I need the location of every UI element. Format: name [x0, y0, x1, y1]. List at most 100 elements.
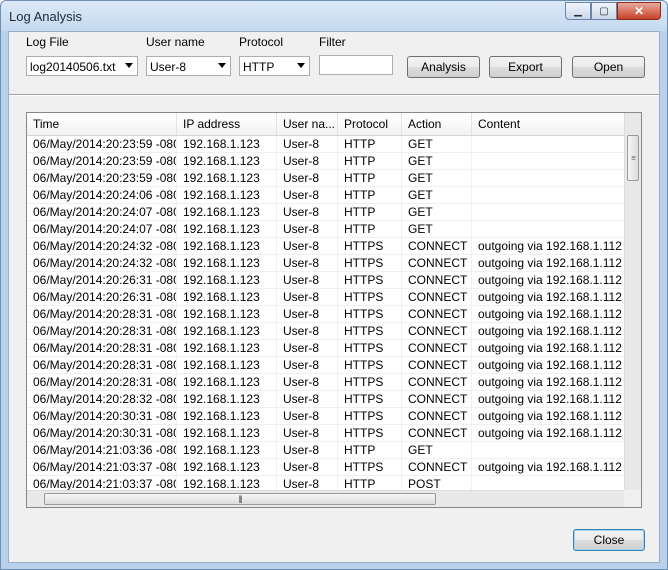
cell-protocol: HTTP — [338, 170, 402, 187]
cell-content: outgoing via 192.168.1.112 — [472, 272, 625, 289]
table-row[interactable]: 06/May/2014:20:28:31 -0800 192.168.1.123 U… — [27, 340, 625, 357]
cell-action: CONNECT — [402, 323, 472, 340]
table-row[interactable]: 06/May/2014:21:03:36 -0800 192.168.1.123 U… — [27, 442, 625, 459]
cell-action: CONNECT — [402, 272, 472, 289]
cell-protocol: HTTPS — [338, 289, 402, 306]
column-header-user-name[interactable]: User na... — [277, 113, 338, 135]
cell-ip-address: 192.168.1.123 — [177, 357, 277, 374]
filter-input[interactable] — [319, 55, 393, 75]
table-row[interactable]: 06/May/2014:20:26:31 -0800 192.168.1.123 U… — [27, 289, 625, 306]
cell-user-name: User-8 — [277, 136, 338, 153]
cell-ip-address: 192.168.1.123 — [177, 272, 277, 289]
cell-time: 06/May/2014:21:03:37 -0800 — [27, 459, 177, 476]
column-header-time[interactable]: Time — [27, 113, 177, 135]
table-row[interactable]: 06/May/2014:20:24:07 -0800 192.168.1.123 U… — [27, 221, 625, 238]
table-row[interactable]: 06/May/2014:20:23:59 -0800 192.168.1.123 U… — [27, 153, 625, 170]
table-row[interactable]: 06/May/2014:20:24:06 -0800 192.168.1.123 U… — [27, 187, 625, 204]
cell-action: CONNECT — [402, 238, 472, 255]
log-file-label: Log File — [26, 35, 69, 49]
cell-user-name: User-8 — [277, 255, 338, 272]
cell-user-name: User-8 — [277, 442, 338, 459]
cell-action: CONNECT — [402, 340, 472, 357]
cell-ip-address: 192.168.1.123 — [177, 204, 277, 221]
table-row[interactable]: 06/May/2014:20:30:31 -0800 192.168.1.123 U… — [27, 425, 625, 442]
scrollbar-corner — [624, 490, 641, 507]
cell-protocol: HTTPS — [338, 340, 402, 357]
table-row[interactable]: 06/May/2014:20:23:59 -0800 192.168.1.123 U… — [27, 136, 625, 153]
table-row[interactable]: 06/May/2014:20:28:31 -0800 192.168.1.123 U… — [27, 323, 625, 340]
cell-content: outgoing via 192.168.1.112 — [472, 374, 625, 391]
cell-time: 06/May/2014:20:28:31 -0800 — [27, 374, 177, 391]
table-row[interactable]: 06/May/2014:20:23:59 -0800 192.168.1.123 U… — [27, 170, 625, 187]
table-row[interactable]: 06/May/2014:20:26:31 -0800 192.168.1.123 U… — [27, 272, 625, 289]
cell-protocol: HTTP — [338, 442, 402, 459]
cell-protocol: HTTP — [338, 221, 402, 238]
vertical-scroll-thumb[interactable]: ≡ — [627, 135, 639, 181]
cell-ip-address: 192.168.1.123 — [177, 170, 277, 187]
cell-user-name: User-8 — [277, 425, 338, 442]
cell-content — [472, 170, 625, 187]
window-close-button[interactable]: ✕ — [617, 2, 661, 20]
dialog-client-area: Log File User name Protocol Filter log20… — [8, 31, 660, 563]
cell-time: 06/May/2014:20:23:59 -0800 — [27, 136, 177, 153]
analysis-button[interactable]: Analysis — [407, 56, 480, 78]
close-button[interactable]: Close — [573, 529, 645, 551]
cell-protocol: HTTP — [338, 136, 402, 153]
cell-time: 06/May/2014:20:28:31 -0800 — [27, 306, 177, 323]
table-row[interactable]: 06/May/2014:20:24:32 -0800 192.168.1.123 U… — [27, 255, 625, 272]
column-header-protocol[interactable]: Protocol — [338, 113, 402, 135]
table-row[interactable]: 06/May/2014:20:28:31 -0800 192.168.1.123 U… — [27, 306, 625, 323]
table-row[interactable]: 06/May/2014:20:28:31 -0800 192.168.1.123 U… — [27, 357, 625, 374]
cell-content — [472, 221, 625, 238]
table-row[interactable]: 06/May/2014:20:30:31 -0800 192.168.1.123 U… — [27, 408, 625, 425]
protocol-dropdown[interactable]: HTTP — [239, 56, 310, 76]
close-icon: ✕ — [633, 4, 645, 18]
cell-protocol: HTTPS — [338, 323, 402, 340]
table-row[interactable]: 06/May/2014:21:03:37 -0800 192.168.1.123 U… — [27, 459, 625, 476]
horizontal-scrollbar[interactable]: ||| — [27, 490, 625, 507]
column-header-row: Time IP address User na... Protocol Action Co… — [27, 113, 625, 136]
title-bar[interactable]: Log Analysis ▁ ▢ ✕ — [1, 1, 667, 31]
log-list-view[interactable]: Time IP address User na... Protocol Action Co… — [26, 112, 642, 508]
cell-ip-address: 192.168.1.123 — [177, 136, 277, 153]
column-header-ip-address[interactable]: IP address — [177, 113, 277, 135]
log-file-dropdown[interactable]: log20140506.txt — [26, 56, 138, 76]
cell-protocol: HTTPS — [338, 255, 402, 272]
protocol-value: HTTP — [243, 60, 275, 74]
cell-time: 06/May/2014:20:28:31 -0800 — [27, 323, 177, 340]
horizontal-scroll-thumb[interactable]: ||| — [44, 493, 436, 505]
cell-ip-address: 192.168.1.123 — [177, 374, 277, 391]
open-button[interactable]: Open — [572, 56, 645, 78]
cell-protocol: HTTPS — [338, 272, 402, 289]
column-header-content[interactable]: Content — [472, 113, 625, 135]
cell-action: CONNECT — [402, 306, 472, 323]
user-name-dropdown[interactable]: User-8 — [146, 56, 231, 76]
cell-user-name: User-8 — [277, 340, 338, 357]
export-button[interactable]: Export — [489, 56, 562, 78]
cell-user-name: User-8 — [277, 306, 338, 323]
cell-user-name: User-8 — [277, 187, 338, 204]
table-row[interactable]: 06/May/2014:20:24:32 -0800 192.168.1.123 U… — [27, 238, 625, 255]
table-row[interactable]: 06/May/2014:20:28:31 -0800 192.168.1.123 U… — [27, 374, 625, 391]
cell-protocol: HTTPS — [338, 408, 402, 425]
table-row[interactable]: 06/May/2014:20:28:32 -0800 192.168.1.123 U… — [27, 391, 625, 408]
cell-ip-address: 192.168.1.123 — [177, 306, 277, 323]
cell-user-name: User-8 — [277, 221, 338, 238]
cell-ip-address: 192.168.1.123 — [177, 221, 277, 238]
user-name-label: User name — [146, 35, 205, 49]
cell-ip-address: 192.168.1.123 — [177, 153, 277, 170]
table-row[interactable]: 06/May/2014:20:24:07 -0800 192.168.1.123 U… — [27, 204, 625, 221]
cell-action: CONNECT — [402, 425, 472, 442]
cell-protocol: HTTP — [338, 153, 402, 170]
cell-content: outgoing via 192.168.1.112 — [472, 391, 625, 408]
cell-content: outgoing via 192.168.1.112 — [472, 289, 625, 306]
cell-ip-address: 192.168.1.123 — [177, 238, 277, 255]
vertical-scrollbar[interactable]: ≡ — [624, 113, 641, 490]
cell-time: 06/May/2014:21:03:36 -0800 — [27, 442, 177, 459]
log-file-value: log20140506.txt — [30, 60, 116, 74]
column-header-action[interactable]: Action — [402, 113, 472, 135]
log-rows: 06/May/2014:20:23:59 -0800 192.168.1.123 U… — [27, 136, 625, 493]
window-controls: ▁ ▢ ✕ — [565, 2, 661, 21]
minimize-button[interactable]: ▁ — [565, 2, 591, 20]
maximize-button[interactable]: ▢ — [591, 2, 617, 20]
